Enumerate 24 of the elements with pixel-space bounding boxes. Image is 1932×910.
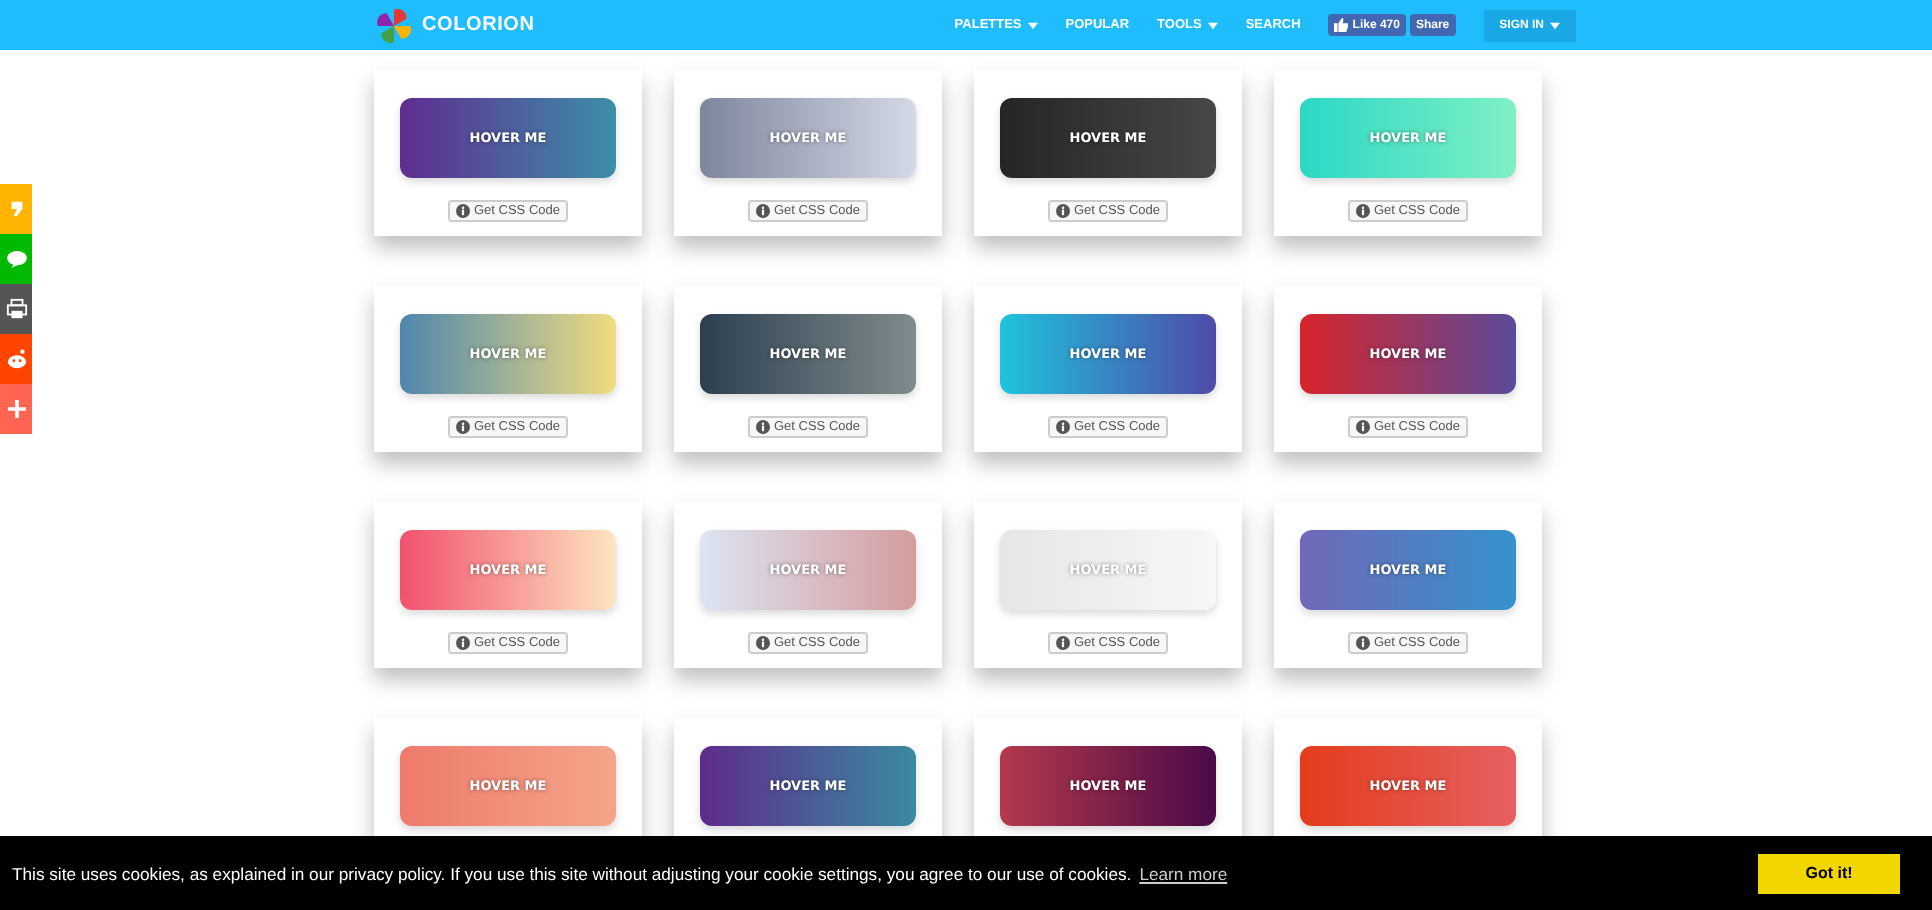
chat-bubble-icon bbox=[5, 250, 27, 268]
printer-icon bbox=[5, 298, 27, 320]
info-icon bbox=[1356, 636, 1370, 650]
info-icon bbox=[1056, 636, 1070, 650]
quote-icon bbox=[7, 200, 25, 218]
info-icon bbox=[756, 204, 770, 218]
info-icon bbox=[756, 420, 770, 434]
share-button[interactable] bbox=[0, 334, 32, 384]
thumbs-up-icon bbox=[1334, 18, 1349, 32]
info-icon bbox=[1356, 204, 1370, 218]
share-button[interactable] bbox=[0, 284, 32, 334]
alien-head-icon bbox=[5, 348, 27, 370]
info-icon bbox=[1056, 204, 1070, 218]
info-icon bbox=[1356, 420, 1370, 434]
learn-more-link[interactable]: Learn more bbox=[1139, 863, 1228, 883]
info-icon bbox=[456, 636, 470, 650]
plus-icon bbox=[7, 400, 25, 418]
got-it-button[interactable]: Got it! bbox=[1758, 853, 1900, 893]
info-icon bbox=[456, 204, 470, 218]
cookie-message: This site uses cookies, as explained in our privacy policy. If you use this site without adjusting your cookie settings, you agree to our use of cookies. bbox=[12, 863, 1132, 883]
info-icon bbox=[1056, 420, 1070, 434]
info-icon bbox=[756, 636, 770, 650]
pinwheel-logo-icon bbox=[376, 7, 412, 43]
info-icon bbox=[456, 420, 470, 434]
